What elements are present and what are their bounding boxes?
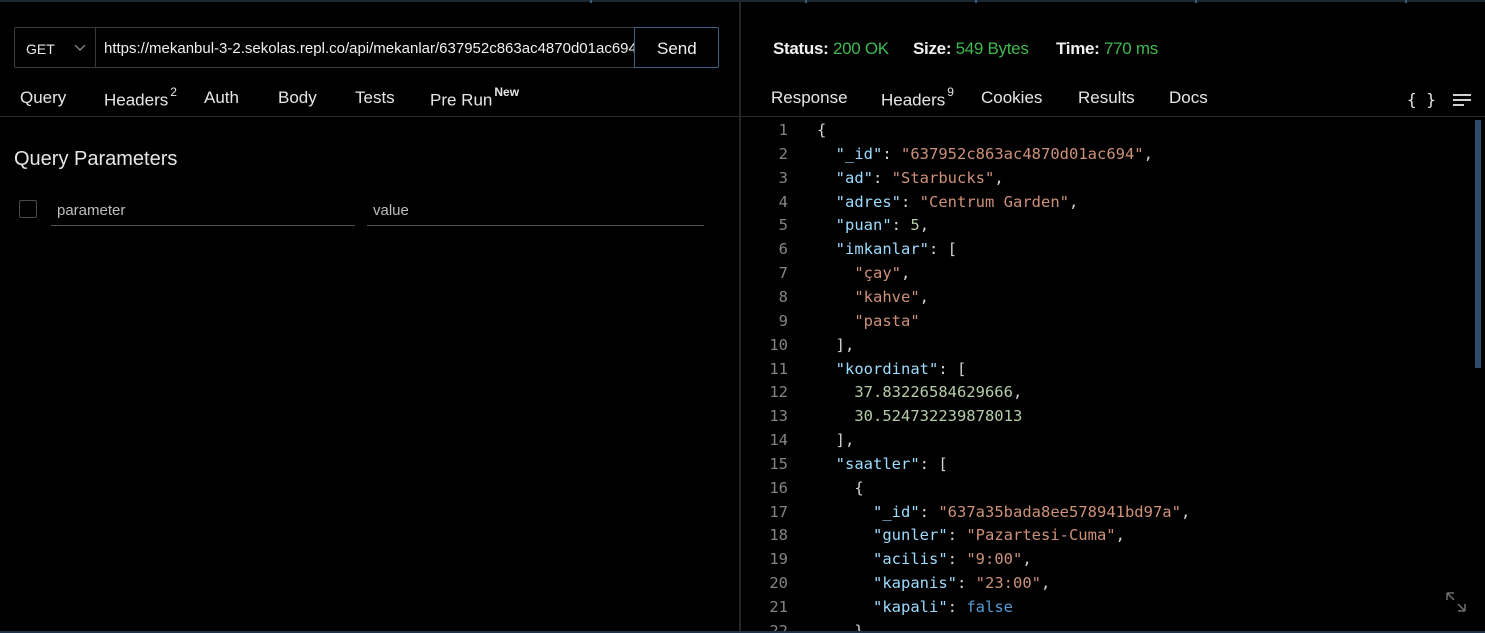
input-underline: [671, 225, 704, 226]
line-number: 4: [778, 192, 788, 211]
line-content: 30.524732239878013: [854, 407, 1023, 426]
status-value: 200 OK: [832, 39, 889, 58]
line-content: "pasta": [854, 311, 920, 330]
line-content: "_id": "637952c863ac4870d01ac694",: [835, 144, 1153, 163]
line-content: "çay",: [854, 264, 911, 283]
method-label: GET: [26, 41, 55, 57]
response-tabs: Response Headers 9 Cookies Results Docs: [741, 85, 1485, 118]
line-number: 12: [769, 383, 788, 402]
line-content: {: [817, 121, 827, 139]
size-value: 549 Bytes: [955, 39, 1029, 58]
param-checkbox[interactable]: [19, 200, 37, 218]
time-value: 770 ms: [1103, 39, 1158, 58]
tab-pre-run[interactable]: Pre Run New: [430, 85, 520, 111]
line-number: 18: [769, 526, 788, 545]
line-content: "imkanlar": [: [835, 240, 957, 259]
tab-body[interactable]: Body: [278, 88, 317, 108]
line-content: ],: [817, 335, 855, 354]
response-headers-badge: 9: [947, 85, 954, 99]
tab-cookies[interactable]: Cookies: [981, 88, 1042, 108]
request-panel: GET https://mekanbul-3-2.sekolas.repl.co…: [0, 0, 739, 633]
line-number: 10: [769, 335, 788, 354]
line-content: "gunler": "Pazartesi-Cuma",: [873, 526, 1125, 545]
query-params-title: Query Parameters: [14, 148, 178, 170]
line-number: 14: [769, 431, 788, 450]
tab-divider: [0, 116, 739, 117]
request-bar: GET https://mekanbul-3-2.sekolas.repl.co…: [14, 27, 719, 70]
menu-icon[interactable]: [1453, 94, 1471, 108]
line-content: "puan": 5,: [835, 216, 930, 235]
tab-auth[interactable]: Auth: [204, 88, 239, 108]
line-number: 16: [769, 478, 788, 497]
line-content: "kahve",: [854, 287, 929, 306]
headers-count-badge: 2: [170, 85, 177, 99]
line-number: 2: [778, 144, 788, 163]
line-content: {: [817, 478, 864, 497]
tab-results[interactable]: Results: [1078, 88, 1135, 108]
line-number: 8: [778, 287, 788, 306]
status-item: Status: 200 OK: [773, 39, 889, 58]
line-number: 15: [769, 454, 788, 473]
tab-docs[interactable]: Docs: [1169, 88, 1208, 108]
value-input[interactable]: value: [367, 198, 671, 226]
line-content: "kapanis": "23:00",: [873, 574, 1051, 593]
line-content: "adres": "Centrum Garden",: [835, 192, 1079, 211]
expand-icon[interactable]: [1444, 590, 1468, 614]
format-braces-icon[interactable]: { }: [1407, 90, 1436, 109]
response-panel: Status: 200 OK Size: 549 Bytes Time: 770…: [741, 0, 1485, 633]
line-content: "kapali": false: [873, 598, 1013, 616]
line-content: "_id": "637a35bada8ee578941bd97a",: [873, 502, 1191, 521]
size-item: Size: 549 Bytes: [913, 39, 1029, 58]
line-number: 6: [778, 240, 788, 259]
line-content: ],: [817, 431, 855, 450]
line-number: 22: [769, 621, 788, 631]
line-number: 7: [778, 264, 788, 283]
line-content: "koordinat": [: [835, 359, 967, 378]
line-number: 21: [769, 598, 788, 616]
line-content: "saatler": [: [835, 454, 948, 473]
tab-tests[interactable]: Tests: [355, 88, 395, 108]
line-number: 13: [769, 407, 788, 426]
line-content: },: [817, 621, 873, 631]
parameter-input[interactable]: parameter: [51, 198, 355, 226]
chevron-down-icon: [74, 44, 86, 51]
line-content: "ad": "Starbucks",: [835, 168, 1004, 187]
new-badge: New: [494, 85, 520, 99]
tab-response-headers[interactable]: Headers 9: [881, 85, 954, 111]
time-item: Time: 770 ms: [1056, 39, 1158, 58]
line-number: 11: [769, 359, 788, 378]
line-number: 9: [778, 311, 788, 330]
scrollbar-thumb[interactable]: [1475, 120, 1481, 368]
line-number: 5: [778, 216, 788, 235]
line-number: 1: [778, 121, 788, 139]
line-number: 20: [769, 574, 788, 593]
send-button[interactable]: Send: [634, 27, 719, 68]
line-number: 19: [769, 550, 788, 569]
tab-query[interactable]: Query: [20, 88, 66, 108]
line-number: 3: [778, 168, 788, 187]
url-text: https://mekanbul-3-2.sekolas.repl.co/api…: [104, 40, 635, 57]
tab-response[interactable]: Response: [771, 88, 848, 108]
line-content: 37.83226584629666,: [854, 383, 1023, 402]
method-select[interactable]: GET: [14, 27, 95, 68]
response-body[interactable]: 1{2 "_id": "637952c863ac4870d01ac694", 3 …: [741, 118, 1485, 631]
request-tabs: Query Headers 2 Auth Body Tests Pre Run Ne…: [0, 85, 739, 118]
line-content: "acilis": "9:00",: [873, 550, 1032, 569]
url-input[interactable]: https://mekanbul-3-2.sekolas.repl.co/api…: [95, 27, 635, 68]
response-tab-divider: [741, 116, 1485, 117]
line-number: 17: [769, 502, 788, 521]
tab-headers[interactable]: Headers 2: [104, 85, 177, 111]
